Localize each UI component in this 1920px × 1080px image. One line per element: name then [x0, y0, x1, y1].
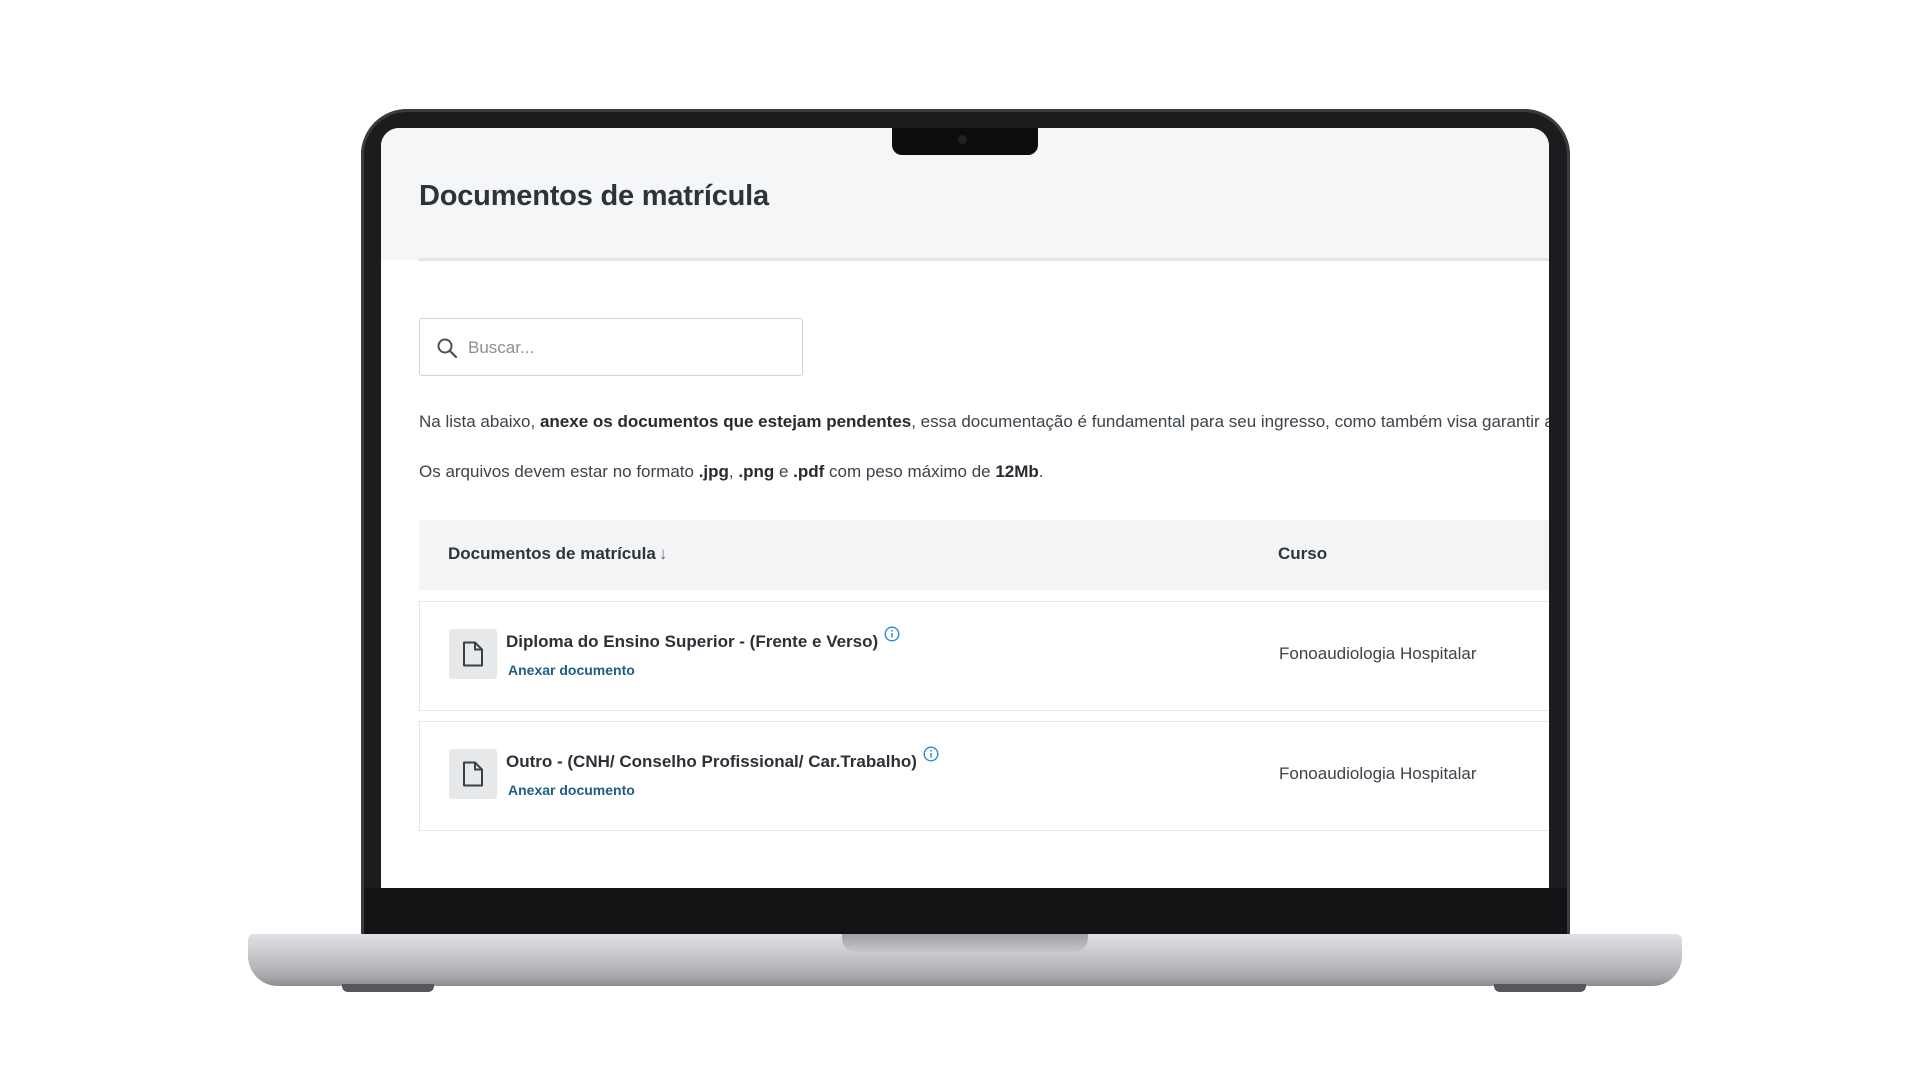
format-text: , [728, 462, 739, 481]
course-name: Fonoaudiologia Hospitalar [1279, 764, 1477, 783]
document-title-text: Diploma do Ensino Superior - (Frente e V… [506, 632, 879, 651]
instructions-emphasis: anexe os documentos que estejam pendente… [539, 412, 912, 431]
attach-document-link[interactable]: Anexar documento [508, 662, 635, 678]
table-row: Diploma do Ensino Superior - (Frente e V… [419, 601, 1549, 711]
document-icon [449, 749, 497, 799]
page-title: Documentos de matrícula [419, 180, 769, 212]
max-size: 12Mb [995, 462, 1039, 481]
format-pdf: .pdf [793, 462, 825, 481]
camera-notch [892, 128, 1038, 155]
document-title: Diploma do Ensino Superior - (Frente e V… [506, 626, 900, 652]
table-row: Outro - (CNH/ Conselho Profissional/ Car… [419, 721, 1549, 831]
info-icon[interactable] [884, 626, 900, 642]
laptop-foot-right [1494, 984, 1586, 992]
column-header-course: Curso [1278, 544, 1328, 563]
format-png: .png [738, 462, 775, 481]
table-header: Documentos de matrícula ↓ Curso [419, 520, 1549, 590]
format-text: com peso máximo de [824, 462, 996, 481]
format-text: e [774, 462, 794, 481]
laptop-base-groove [842, 934, 1088, 952]
search-input[interactable] [466, 333, 790, 363]
sort-arrow-icon[interactable]: ↓ [659, 544, 668, 563]
camera [958, 135, 967, 144]
format-text: Os arquivos devem estar no formato [419, 462, 699, 481]
search-icon [437, 338, 458, 359]
file-format-line: Os arquivos devem estar no formato .jpg,… [419, 462, 1044, 482]
document-title: Outro - (CNH/ Conselho Profissional/ Car… [506, 746, 939, 772]
attach-document-link[interactable]: Anexar documento [508, 782, 635, 798]
course-name: Fonoaudiologia Hospitalar [1279, 644, 1477, 663]
column-header-documents[interactable]: Documentos de matrícula ↓ [448, 544, 667, 564]
format-jpg: .jpg [698, 462, 729, 481]
instructions-line-1: Na lista abaixo, anexe os documentos que… [419, 412, 1549, 432]
info-icon[interactable] [923, 746, 939, 762]
screen: Documentos de matrícula Na lista abaixo,… [381, 128, 1549, 888]
instructions-text: Na lista abaixo, [419, 412, 540, 431]
laptop-bezel-bottom [364, 888, 1567, 935]
laptop-base [248, 934, 1682, 986]
laptop-foot-left [342, 984, 434, 992]
search-box[interactable] [419, 318, 803, 376]
column-header-label: Documentos de matrícula [448, 544, 656, 563]
document-title-text: Outro - (CNH/ Conselho Profissional/ Car… [506, 752, 917, 771]
instructions-text: , essa documentação é fundamental para s… [911, 412, 1549, 431]
document-icon [449, 629, 497, 679]
format-text: . [1038, 462, 1044, 481]
